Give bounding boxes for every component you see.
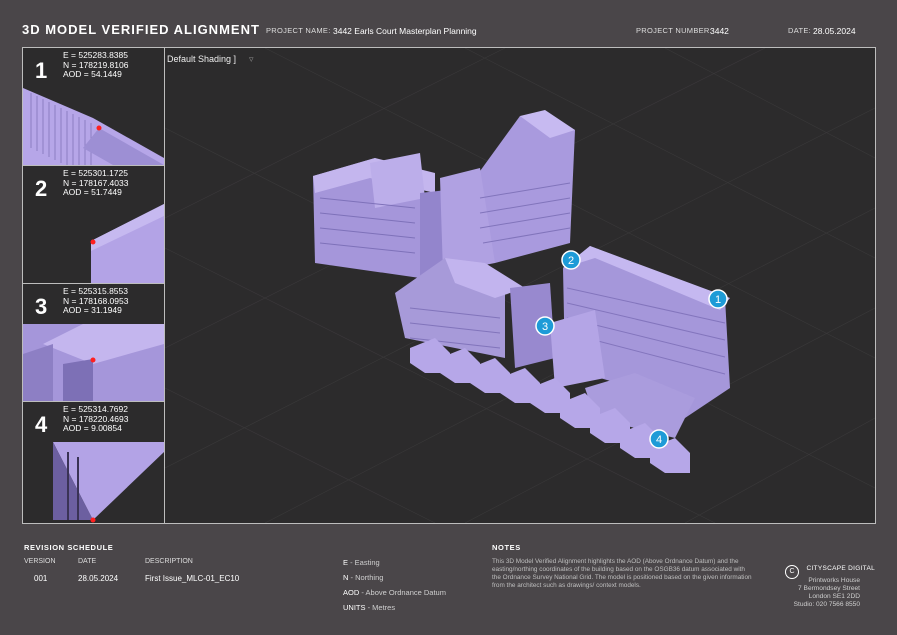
legend-units: UNITS - Metres [343, 603, 396, 612]
revision-description: First Issue_MLC-01_EC10 [145, 574, 240, 583]
notes-title: NOTES [492, 543, 521, 552]
inset-number: 3 [35, 294, 48, 319]
aod: AOD = 54.1449 [63, 69, 122, 79]
alignment-marker-3[interactable]: 3 [535, 316, 555, 336]
point-marker-2 [90, 239, 96, 245]
funnel-icon[interactable]: ▿ [249, 54, 254, 65]
aod: AOD = 9.00854 [63, 423, 122, 433]
3d-viewport[interactable]: Default Shading ] ▿ 1 2 3 4 [165, 48, 875, 523]
alignment-marker-2[interactable]: 2 [561, 250, 581, 270]
project-name-label: PROJECT NAME: [266, 26, 331, 35]
svg-text:4: 4 [656, 434, 662, 446]
revision-schedule-title: REVISION SCHEDULE [24, 543, 114, 552]
coords: E = 525283.8385 N = 178219.8106 AOD = 54… [63, 50, 128, 80]
svg-text:3: 3 [542, 321, 548, 333]
detail-insets: 1 E = 525283.8385 N = 178219.8106 AOD = … [23, 48, 165, 523]
svg-text:2: 2 [568, 255, 574, 267]
main-frame: 1 E = 525283.8385 N = 178219.8106 AOD = … [22, 47, 876, 524]
col-date: DATE [78, 558, 97, 565]
header: 3D MODEL VERIFIED ALIGNMENT PROJECT NAME… [0, 0, 897, 46]
notes-text: This 3D Model Verified Alignment highlig… [492, 558, 752, 589]
date-label: DATE: [788, 26, 812, 35]
point-marker-1 [96, 125, 102, 131]
model-render: 1 2 3 4 [165, 48, 875, 523]
revision-date: 28.05.2024 [78, 574, 119, 583]
detail-inset-2[interactable]: 2 E = 525301.1725 N = 178167.4033 AOD = … [23, 166, 164, 284]
detail-inset-3[interactable]: 3 E = 525315.8553 N = 178168.0953 AOD = … [23, 284, 164, 402]
inset-number: 1 [35, 58, 48, 83]
company-name: CITYSCAPE DIGITAL [806, 565, 876, 572]
legend-northing: N - Northing [343, 573, 384, 582]
col-version: VERSION [24, 558, 56, 565]
coords: E = 525315.8553 N = 178168.0953 AOD = 31… [63, 286, 128, 316]
col-description: DESCRIPTION [145, 558, 193, 565]
revision-version: 001 [34, 574, 48, 583]
date-value: 28.05.2024 [813, 26, 856, 36]
project-number-label: PROJECT NUMBER: [636, 26, 713, 35]
point-marker-3 [90, 357, 96, 363]
coords: E = 525301.1725 N = 178167.4033 AOD = 51… [63, 168, 128, 198]
coords: E = 525314.7692 N = 178220.4693 AOD = 9.… [63, 404, 128, 434]
alignment-marker-4[interactable]: 4 [649, 429, 669, 449]
svg-text:1: 1 [715, 294, 721, 306]
shading-mode-label[interactable]: Default Shading ] [167, 54, 236, 64]
legend-aod: AOD - Above Ordnance Datum [343, 588, 446, 597]
aod: AOD = 51.7449 [63, 187, 122, 197]
detail-inset-1[interactable]: 1 E = 525283.8385 N = 178219.8106 AOD = … [23, 48, 164, 166]
alignment-marker-1[interactable]: 1 [708, 289, 728, 309]
project-name: 3442 Earls Court Masterplan Planning [333, 26, 477, 36]
inset-number: 4 [35, 412, 48, 437]
point-marker-4 [90, 517, 96, 523]
company-address: Printworks House 7 Bermondsey Street Lon… [793, 577, 860, 608]
inset-number: 2 [35, 176, 48, 201]
legend-easting: E - Easting [343, 558, 380, 567]
detail-inset-4[interactable]: 4 E = 525314.7692 N = 178220.4693 AOD = … [23, 402, 164, 523]
page-title: 3D MODEL VERIFIED ALIGNMENT [22, 22, 260, 37]
aod: AOD = 31.1949 [63, 305, 122, 315]
project-number: 3442 [710, 26, 729, 36]
